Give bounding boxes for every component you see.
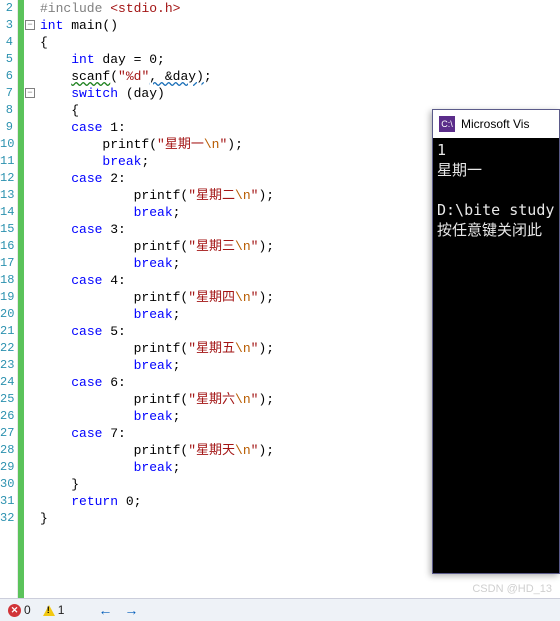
fold-toggle[interactable]: − <box>25 20 35 30</box>
error-icon: ✕ <box>8 604 21 617</box>
watermark: CSDN @HD_13 <box>472 583 552 595</box>
console-titlebar[interactable]: C:\ Microsoft Vis <box>433 110 559 138</box>
console-title-text: Microsoft Vis <box>461 117 529 131</box>
line-number-gutter: 2345678910111213141516171819202122232425… <box>0 0 18 598</box>
nav-forward-icon[interactable]: → <box>124 602 138 618</box>
fold-toggle[interactable]: − <box>25 88 35 98</box>
warning-icon <box>43 605 55 616</box>
console-icon: C:\ <box>439 116 455 132</box>
console-window[interactable]: C:\ Microsoft Vis 1星期一 D:\bite study按任意键… <box>432 109 560 574</box>
warning-count[interactable]: 1 <box>43 603 65 617</box>
error-count[interactable]: ✕ 0 <box>8 603 31 617</box>
fold-column[interactable]: − − <box>24 0 38 598</box>
status-bar: ✕ 0 1 ← → <box>0 598 560 621</box>
nav-back-icon[interactable]: ← <box>98 602 112 618</box>
console-output: 1星期一 D:\bite study按任意键关闭此 <box>433 138 559 242</box>
